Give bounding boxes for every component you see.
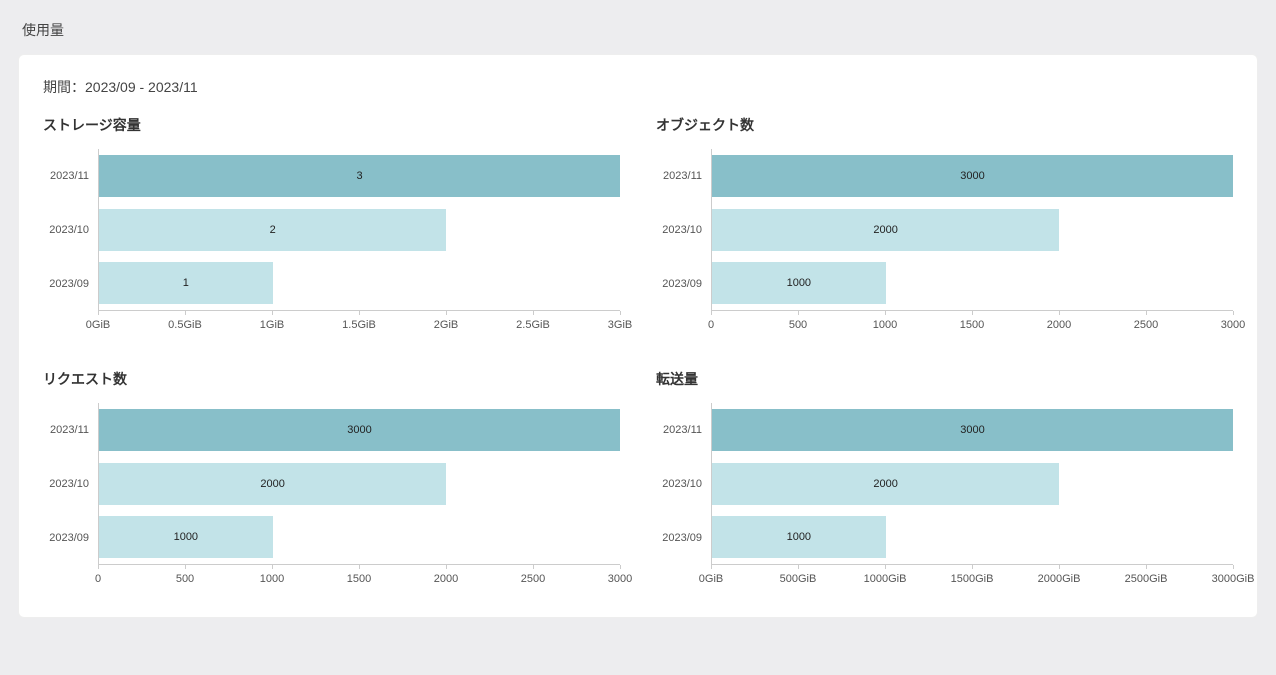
y-axis-label: 2023/10	[43, 457, 93, 511]
bar: 2000	[712, 463, 1059, 505]
x-axis-label: 0GiB	[699, 573, 723, 585]
bar: 1000	[99, 516, 273, 558]
x-axis-label: 3000	[1221, 319, 1245, 331]
x-axis-label: 1000	[873, 319, 897, 331]
usage-card: 期間：2023/09 - 2023/11 ストレージ容量 2023/112023…	[18, 54, 1258, 618]
bar: 3000	[712, 155, 1233, 197]
y-axis-label: 2023/09	[43, 257, 93, 311]
x-axis-label: 2.5GiB	[516, 319, 550, 331]
chart-requests: リクエスト数 2023/112023/102023/09 3000 2000 1000…	[43, 369, 620, 593]
x-axis-label: 1500	[960, 319, 984, 331]
y-axis-label: 2023/09	[656, 257, 706, 311]
chart-title-requests: リクエスト数	[43, 369, 620, 389]
charts-grid: ストレージ容量 2023/112023/102023/093210GiB0.5G…	[43, 115, 1233, 593]
x-axis-label: 2000GiB	[1038, 573, 1081, 585]
x-axis-label: 1GiB	[260, 319, 284, 331]
y-axis-label: 2023/09	[43, 511, 93, 565]
x-axis-label: 1500	[347, 573, 371, 585]
chart-title-transfer: 転送量	[656, 369, 1233, 389]
x-axis-label: 1000GiB	[864, 573, 907, 585]
chart-title-storage: ストレージ容量	[43, 115, 620, 135]
x-axis-label: 2500GiB	[1125, 573, 1168, 585]
y-axis-label: 2023/11	[43, 403, 93, 457]
bar: 1	[99, 262, 273, 304]
x-axis-label: 1500GiB	[951, 573, 994, 585]
x-axis-label: 2GiB	[434, 319, 458, 331]
y-axis-label: 2023/11	[656, 149, 706, 203]
y-axis-label: 2023/10	[43, 203, 93, 257]
y-axis-label: 2023/11	[656, 403, 706, 457]
chart-storage: ストレージ容量 2023/112023/102023/09 3 2 1 0GiB 0.5G…	[43, 115, 620, 339]
x-axis-label: 2000	[1047, 319, 1071, 331]
chart-area: 2023/112023/102023/09 3000 2000 1000 0GiB 500…	[656, 403, 1233, 593]
bar: 3000	[99, 409, 620, 451]
page-title: 使用量	[0, 0, 1276, 54]
x-axis-label: 1000	[260, 573, 284, 585]
y-axis-label: 2023/09	[656, 511, 706, 565]
chart-transfer: 転送量 2023/112023/102023/09 3000 2000 1000 0Gi…	[656, 369, 1233, 593]
x-axis-label: 2500	[521, 573, 545, 585]
bar: 2	[99, 209, 446, 251]
chart-objects: オブジェクト数 2023/112023/102023/09 3000 2000 100…	[656, 115, 1233, 339]
bar: 2000	[99, 463, 446, 505]
x-axis-label: 500	[176, 573, 194, 585]
period-label: 期間：2023/09 - 2023/11	[43, 77, 1233, 97]
x-axis-label: 500	[789, 319, 807, 331]
chart-area: 2023/112023/102023/09 3000 2000 1000 0 500 100…	[656, 149, 1233, 339]
x-axis-label: 2500	[1134, 319, 1158, 331]
chart-area: 2023/112023/102023/09 3000 2000 1000 0 500 100…	[43, 403, 620, 593]
x-axis-label: 3GiB	[608, 319, 632, 331]
x-axis-label: 0GiB	[86, 319, 110, 331]
bar: 3	[99, 155, 620, 197]
y-axis-label: 2023/10	[656, 203, 706, 257]
x-axis-label: 0.5GiB	[168, 319, 202, 331]
bar: 1000	[712, 262, 886, 304]
x-axis-label: 1.5GiB	[342, 319, 376, 331]
x-axis-label: 0	[95, 573, 101, 585]
y-axis-label: 2023/10	[656, 457, 706, 511]
bar: 1000	[712, 516, 886, 558]
bar: 2000	[712, 209, 1059, 251]
x-axis-label: 2000	[434, 573, 458, 585]
x-axis-label: 0	[708, 319, 714, 331]
x-axis-label: 500GiB	[780, 573, 817, 585]
x-axis-label: 3000GiB	[1212, 573, 1255, 585]
y-axis-label: 2023/11	[43, 149, 93, 203]
chart-title-objects: オブジェクト数	[656, 115, 1233, 135]
chart-area: 2023/112023/102023/09 3 2 1 0GiB 0.5GiB 1GiB 1.…	[43, 149, 620, 339]
bar: 3000	[712, 409, 1233, 451]
x-axis-label: 3000	[608, 573, 632, 585]
